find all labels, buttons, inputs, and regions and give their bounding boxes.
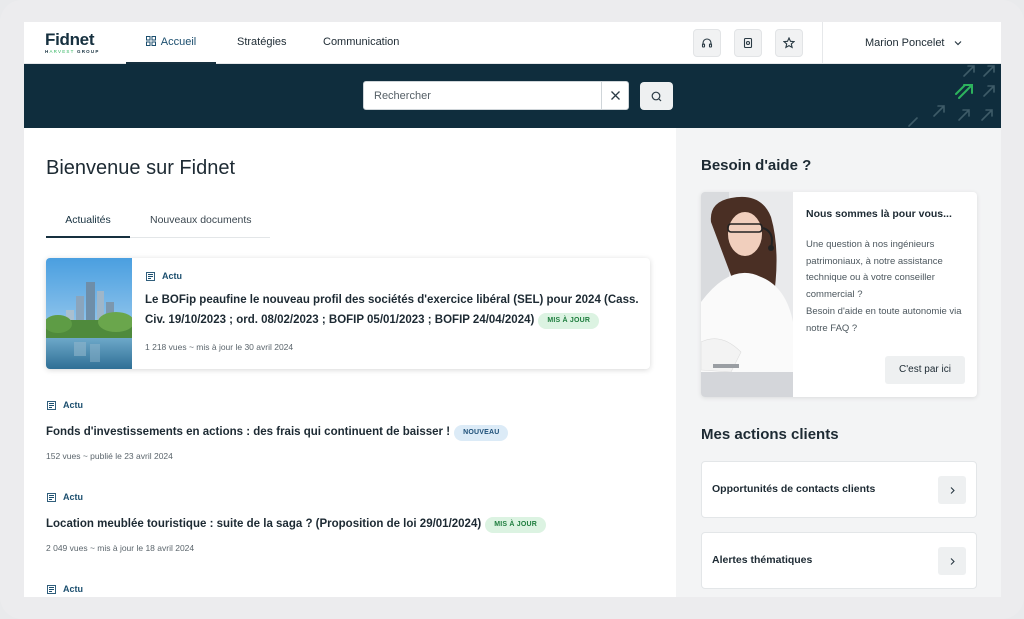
window-frame: Fidnet HARVEST GROUP Accueil Stratégies … <box>0 0 1024 619</box>
help-card-text: Une question à nos ingénieurs patrimonia… <box>806 237 968 337</box>
article-category: Actu <box>146 271 182 281</box>
decorative-arrows-icon <box>908 65 995 127</box>
star-icon <box>783 37 795 49</box>
logo-subtext: HARVEST GROUP <box>45 49 105 55</box>
nav-accueil-label: Accueil <box>160 36 197 48</box>
favorites-button[interactable] <box>775 29 803 57</box>
article-title[interactable]: Location meublée touristique : suite de … <box>46 514 646 534</box>
article-category: Actu <box>47 492 646 502</box>
newspaper-icon <box>47 492 56 502</box>
document-icon <box>743 37 753 49</box>
search-box <box>363 81 629 110</box>
article-category: Actu <box>47 584 646 594</box>
header-divider <box>822 22 823 64</box>
logo-sub-suffix: GROUP <box>74 49 100 54</box>
list-item[interactable]: Actu <box>46 584 646 594</box>
support-agent-image <box>701 192 793 397</box>
article-meta: 1 218 vues ~ mis à jour le 30 avril 2024 <box>145 342 294 352</box>
article-title-text: Fonds d'investissements en actions : des… <box>46 426 451 438</box>
nav-accueil[interactable]: Accueil <box>126 22 216 64</box>
list-item[interactable]: Actu Fonds d'investissements en actions … <box>46 400 646 461</box>
help-link-button[interactable]: C'est par ici <box>885 356 965 384</box>
top-header: Fidnet HARVEST GROUP Accueil Stratégies … <box>24 22 1001 64</box>
action-open-button[interactable] <box>938 476 966 504</box>
help-card-text-2: Besoin d'aide en toute autonomie via not… <box>806 305 962 334</box>
tab-actualites[interactable]: Actualités <box>46 208 130 238</box>
user-menu[interactable]: Marion Poncelet <box>865 22 945 64</box>
newspaper-icon <box>47 584 56 594</box>
article-title[interactable]: Fonds d'investissements en actions : des… <box>46 422 646 442</box>
status-badge: MIS À JOUR <box>538 313 600 329</box>
main-content: Bienvenue sur Fidnet Actualités Nouveaux… <box>24 128 676 597</box>
logo-sub-accent: ARVEST <box>49 49 75 54</box>
search-clear-button[interactable] <box>601 82 629 109</box>
article-meta: 152 vues ~ publié le 23 avril 2024 <box>46 451 173 461</box>
status-badge: MIS À JOUR <box>485 517 547 533</box>
tab-nouveaux-documents[interactable]: Nouveaux documents <box>150 208 252 238</box>
article-meta: 2 049 vues ~ mis à jour le 18 avril 2024 <box>46 543 195 553</box>
search-button[interactable] <box>640 82 673 110</box>
chevron-right-icon <box>950 486 955 494</box>
support-button[interactable] <box>693 29 721 57</box>
featured-article-card[interactable]: Actu Le BOFip peaufine le nouveau profil… <box>46 258 650 369</box>
article-category-label: Actu <box>63 584 83 594</box>
chevron-right-icon <box>950 557 955 565</box>
chevron-down-icon[interactable] <box>953 38 963 48</box>
search-input[interactable] <box>364 82 600 109</box>
article-title-text: Location meublée touristique : suite de … <box>46 518 482 530</box>
nav-strategies[interactable]: Stratégies <box>237 22 287 64</box>
status-badge: NOUVEAU <box>454 425 509 441</box>
help-card-title: Nous sommes là pour vous... <box>806 208 952 220</box>
logo-text: Fidnet <box>45 30 95 49</box>
article-category: Actu <box>47 400 646 410</box>
city-skyline-image <box>46 258 132 369</box>
app: Fidnet HARVEST GROUP Accueil Stratégies … <box>24 22 1001 597</box>
featured-article-title[interactable]: Le BOFip peaufine le nouveau profil des … <box>145 290 639 330</box>
action-open-button[interactable] <box>938 547 966 575</box>
fidnet-logo[interactable]: Fidnet HARVEST GROUP <box>45 31 105 55</box>
documents-button[interactable] <box>734 29 762 57</box>
content-tabs: Actualités Nouveaux documents <box>46 208 270 238</box>
nav-communication[interactable]: Communication <box>323 22 399 64</box>
newspaper-icon <box>146 271 155 281</box>
list-item[interactable]: Actu Location meublée touristique : suit… <box>46 492 646 553</box>
newspaper-icon <box>47 400 56 410</box>
search-icon <box>651 91 662 101</box>
close-icon <box>611 91 620 100</box>
article-category-label: Actu <box>162 271 182 281</box>
article-category-label: Actu <box>63 400 83 410</box>
headset-icon <box>701 38 713 48</box>
page-title: Bienvenue sur Fidnet <box>46 157 236 179</box>
article-category-label: Actu <box>63 492 83 502</box>
help-card-text-1: Une question à nos ingénieurs patrimonia… <box>806 239 943 301</box>
search-banner <box>24 64 1001 128</box>
client-contact-opportunities-card[interactable]: Opportunités de contacts clients <box>701 461 977 518</box>
dashboard-icon <box>145 36 156 46</box>
client-actions-heading: Mes actions clients <box>701 426 839 443</box>
side-panel: Besoin d'aide ? Nous sommes là pour vous… <box>676 128 1001 597</box>
help-heading: Besoin d'aide ? <box>701 157 812 174</box>
action-label: Alertes thématiques <box>712 554 813 566</box>
help-card: Nous sommes là pour vous... Une question… <box>701 192 977 397</box>
thematic-alerts-card[interactable]: Alertes thématiques <box>701 532 977 589</box>
action-label: Opportunités de contacts clients <box>712 483 876 495</box>
